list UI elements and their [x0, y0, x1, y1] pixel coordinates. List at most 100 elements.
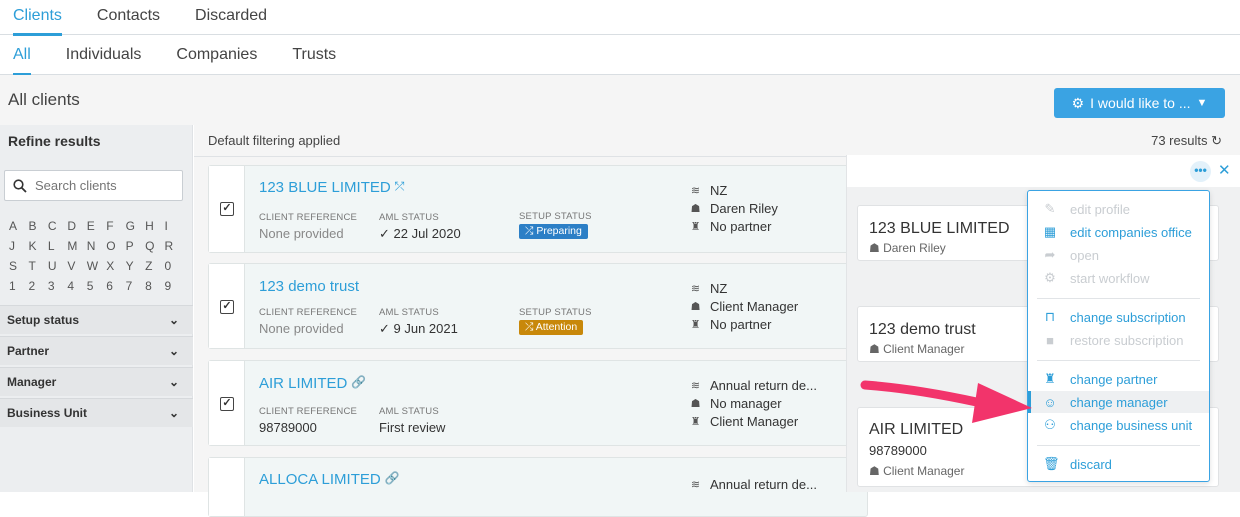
alphabet-letter[interactable]: M: [67, 239, 86, 253]
alphabet-letter[interactable]: R: [165, 239, 184, 253]
client-card[interactable]: ALLOCA LIMITED 🔗 ≋ Annual return de...: [208, 457, 868, 517]
layers-icon: ≋: [690, 184, 701, 197]
alphabet-letter[interactable]: C: [48, 219, 67, 233]
alphabet-letter[interactable]: 4: [67, 279, 86, 293]
client-name[interactable]: 123 demo trust: [259, 278, 359, 295]
alphabet-letter[interactable]: B: [28, 219, 47, 233]
tab-companies[interactable]: Companies: [176, 35, 257, 75]
alphabet-letter[interactable]: Q: [145, 239, 164, 253]
tab-contacts[interactable]: Contacts: [97, 0, 160, 35]
checkbox[interactable]: ✓: [220, 202, 234, 216]
selected-client-sub: ☗ Client Manager: [869, 342, 965, 356]
tab-clients[interactable]: Clients: [13, 0, 62, 36]
manager-icon: ☗: [690, 397, 701, 410]
alphabet-letter[interactable]: I: [165, 219, 184, 233]
layers-icon: ≋: [690, 282, 701, 295]
close-icon[interactable]: ✕: [1218, 161, 1231, 179]
alphabet-letter[interactable]: O: [106, 239, 125, 253]
checkbox[interactable]: ✓: [220, 300, 234, 314]
refresh-icon[interactable]: ↻: [1211, 133, 1222, 148]
alphabet-letter[interactable]: U: [48, 259, 67, 273]
client-name[interactable]: AIR LIMITED 🔗: [259, 375, 366, 392]
menu-change-partner[interactable]: ♜ change partner: [1028, 368, 1209, 390]
partner-icon: ♜: [1044, 371, 1056, 386]
facet-partner[interactable]: Partner ⌄: [0, 336, 193, 365]
alphabet-letter[interactable]: W: [87, 259, 106, 273]
alphabet-letter[interactable]: 7: [126, 279, 145, 293]
meta-value: Client Manager: [710, 413, 799, 429]
manager-icon: ☗: [690, 300, 701, 313]
tab-all[interactable]: All: [13, 35, 31, 76]
alphabet-letter[interactable]: 2: [28, 279, 47, 293]
building-icon: ▦: [1043, 224, 1057, 239]
page-title: All clients: [8, 90, 80, 109]
alphabet-letter[interactable]: H: [145, 219, 164, 233]
alphabet-letter[interactable]: D: [67, 219, 86, 233]
i-would-like-to-button[interactable]: ⚙ I would like to ... ▼: [1054, 88, 1225, 118]
actions-menu: ✎ edit profile ▦ edit companies office ➦ op…: [1027, 190, 1210, 482]
alphabet-letter[interactable]: 6: [106, 279, 125, 293]
menu-change-manager[interactable]: ☺ change manager: [1028, 391, 1209, 413]
menu-discard[interactable]: 🗑 discard: [1028, 453, 1209, 475]
alphabet-letter[interactable]: L: [48, 239, 67, 253]
meta-value: NZ: [710, 280, 728, 296]
client-meta: ≋ Annual return de...: [689, 475, 817, 493]
alphabet-letter[interactable]: 0: [165, 259, 184, 273]
gear-icon: ⚙: [1044, 270, 1056, 285]
manager-icon: ☗: [869, 241, 884, 255]
alphabet-letter[interactable]: K: [28, 239, 47, 253]
alphabet-letter[interactable]: Y: [126, 259, 145, 273]
alphabet-letter[interactable]: S: [9, 259, 28, 273]
aml-status-value: ✓ 9 Jun 2021: [379, 321, 458, 336]
alphabet-letter[interactable]: T: [28, 259, 47, 273]
alphabet-letter[interactable]: A: [9, 219, 28, 233]
tab-individuals[interactable]: Individuals: [66, 35, 142, 75]
alphabet-letter[interactable]: 1: [9, 279, 28, 293]
client-name[interactable]: 123 BLUE LIMITED ⤱: [259, 179, 404, 196]
alphabet-filter: ABCDEFGHI JKLMNOPQR STUVWXYZ0 123456789: [9, 219, 184, 293]
aml-status-label: AML STATUS: [379, 406, 439, 417]
more-actions-button[interactable]: •••: [1190, 161, 1211, 182]
client-card[interactable]: ✓ 123 BLUE LIMITED ⤱ CLIENT REFERENCE Non…: [208, 165, 868, 253]
alphabet-letter[interactable]: J: [9, 239, 28, 253]
facet-manager[interactable]: Manager ⌄: [0, 367, 193, 396]
tab-trusts[interactable]: Trusts: [292, 35, 336, 75]
client-reference-label: CLIENT REFERENCE: [259, 212, 358, 223]
menu-change-subscription[interactable]: ⊓ change subscription: [1028, 306, 1209, 328]
partner-icon: ♜: [690, 220, 701, 233]
menu-start-workflow[interactable]: ⚙ start workflow: [1028, 267, 1209, 289]
bag-icon: ■: [1046, 332, 1054, 348]
search-input[interactable]: [35, 178, 165, 193]
checkbox[interactable]: ✓: [220, 397, 234, 411]
client-name[interactable]: ALLOCA LIMITED 🔗: [259, 471, 400, 488]
aml-status-label: AML STATUS: [379, 307, 439, 318]
client-card[interactable]: ✓ 123 demo trust CLIENT REFERENCE None p…: [208, 263, 868, 349]
menu-open[interactable]: ➦ open: [1028, 244, 1209, 266]
client-card[interactable]: ✓ AIR LIMITED 🔗 CLIENT REFERENCE 98789000…: [208, 360, 868, 446]
alphabet-letter[interactable]: 8: [145, 279, 164, 293]
menu-edit-companies-office[interactable]: ▦ edit companies office: [1028, 221, 1209, 243]
alphabet-letter[interactable]: 3: [48, 279, 67, 293]
menu-change-business-unit[interactable]: ⚇ change business unit: [1028, 414, 1209, 436]
meta-value: No manager: [710, 395, 782, 411]
alphabet-letter[interactable]: P: [126, 239, 145, 253]
menu-restore-subscription[interactable]: ■ restore subscription: [1028, 329, 1209, 351]
alphabet-letter[interactable]: 5: [87, 279, 106, 293]
alphabet-letter[interactable]: V: [67, 259, 86, 273]
tab-discarded[interactable]: Discarded: [195, 0, 267, 35]
facet-business-unit[interactable]: Business Unit ⌄: [0, 398, 193, 427]
alphabet-letter[interactable]: 9: [165, 279, 184, 293]
alphabet-letter[interactable]: X: [106, 259, 125, 273]
alphabet-letter[interactable]: F: [106, 219, 125, 233]
alphabet-letter[interactable]: E: [87, 219, 106, 233]
partner-icon: ♜: [690, 318, 701, 331]
trash-icon: 🗑: [1043, 456, 1060, 471]
alphabet-letter[interactable]: G: [126, 219, 145, 233]
meta-value: No partner: [710, 218, 772, 234]
partner-icon: ♜: [690, 415, 701, 428]
alphabet-letter[interactable]: Z: [145, 259, 164, 273]
menu-edit-profile[interactable]: ✎ edit profile: [1028, 198, 1209, 220]
facet-setup-status[interactable]: Setup status ⌄: [0, 305, 193, 334]
alphabet-letter[interactable]: N: [87, 239, 106, 253]
panel-toolbar: ••• ✕: [847, 155, 1240, 187]
